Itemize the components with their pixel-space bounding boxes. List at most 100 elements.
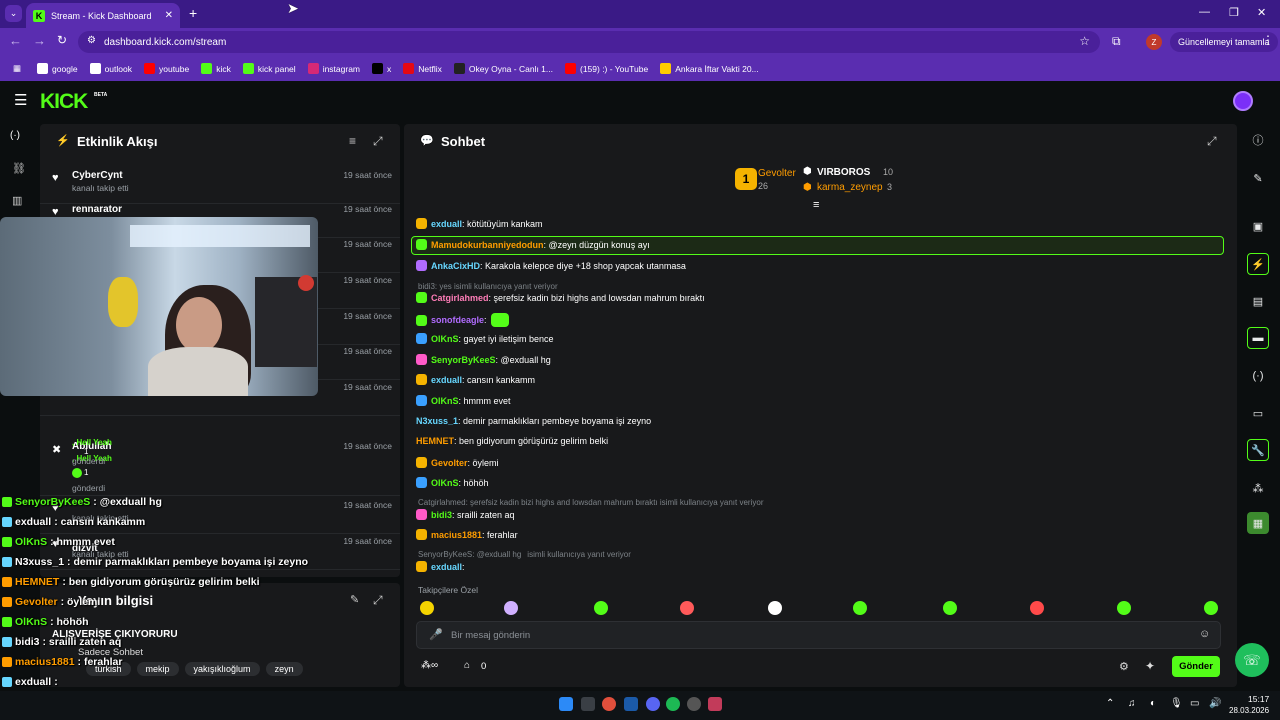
start-icon[interactable] [559,697,573,711]
emote-icon[interactable] [420,601,434,615]
profile-avatar[interactable]: Z [1146,34,1162,50]
reload-icon[interactable]: ↻ [57,33,67,47]
explorer-icon[interactable] [581,697,595,711]
kick-logo[interactable]: KICK [40,90,88,114]
emote-icon[interactable] [1204,601,1218,615]
filter-icon[interactable]: ≡ [349,134,356,148]
emote-icon[interactable] [680,601,694,615]
activity-toggle-icon[interactable]: ⚡ [1247,253,1269,275]
chat-username[interactable]: OlKnS [431,478,459,488]
tab-close-icon[interactable]: ✕ [165,10,173,21]
microphone-icon[interactable]: 🎤 [429,628,443,641]
chat-message[interactable]: Catgirlahmed: şerefsiz kadin bizi highs … [416,292,705,303]
bookmark-item[interactable]: kick [196,63,236,74]
broadcast-icon[interactable]: (·) [1247,365,1269,387]
forward-arrow-icon[interactable]: → [33,33,46,48]
emote-icon[interactable] [1030,601,1044,615]
chat-message[interactable]: OlKnS: gayet iyi iletişim bence [416,333,554,344]
user-avatar[interactable] [1233,91,1253,111]
clock-time[interactable]: 15:17 [1248,694,1269,704]
chat-username[interactable]: N3xuss_1 [416,416,458,426]
emote-icon[interactable] [853,601,867,615]
chat-message[interactable]: OlKnS: höhöh [416,477,489,488]
stream-icon[interactable]: (·) [10,130,20,141]
bookmark-item[interactable]: outlook [85,63,137,74]
capture-icon[interactable]: ▣ [1247,215,1269,237]
chat-username[interactable]: exduall [431,375,462,385]
emote-icon[interactable] [594,601,608,615]
browser-tab-active[interactable]: K Stream - Kick Dashboard ✕ [26,3,180,28]
chat-message[interactable]: Mamudokurbanniyedodun: @zeyn düzgün konu… [416,239,650,250]
chat-username[interactable]: SenyorByKeeS [431,355,496,365]
popout-icon[interactable]: ⤢ [373,593,383,608]
steam-active-icon[interactable] [708,697,722,711]
url-input[interactable]: ⚙ dashboard.kick.com/stream ☆ [78,31,1100,53]
leader-name[interactable]: VIRBOROS [817,167,870,178]
chat-message[interactable]: HEMNET: ben gidiyorum görüşürüz gelirim … [416,436,608,446]
chat-message[interactable]: Gevolter: öylemi [416,457,499,468]
chat-message[interactable]: sonofdeagle: [416,313,509,327]
close-window-button[interactable]: ✕ [1257,6,1266,19]
headset-icon[interactable]: ♫ [1128,698,1136,709]
chat-message[interactable]: exduall: cansın kankamm [416,374,535,385]
chat-username[interactable]: OlKnS [431,334,459,344]
analytics-icon[interactable]: ▥ [12,194,22,207]
chat-username[interactable]: sonofdeagle [431,315,484,325]
chat-message[interactable]: OlKnS: hmmm evet [416,395,511,406]
emoji-icon[interactable]: ☺ [1199,628,1210,640]
site-info-icon[interactable]: ⚙ [87,35,96,46]
minimize-button[interactable]: — [1199,6,1210,18]
wrench-icon[interactable]: 🔧 [1247,439,1269,461]
info-icon[interactable]: ⓘ [1247,129,1269,151]
chat-username[interactable]: Catgirlahmed [431,293,489,303]
chat-message[interactable]: AnkaCixHD: Karakola kelepce diye +18 sho… [416,260,686,271]
chat-emote-menu-icon[interactable]: ✦ [1145,659,1155,673]
chrome-icon[interactable] [602,697,616,711]
bookmark-item[interactable]: kick panel [238,63,301,74]
chat-username[interactable]: exduall [431,219,462,229]
chat-message[interactable]: macius1881: ferahlar [416,529,518,540]
mic-tray-icon[interactable]: 🎙 [1170,698,1183,709]
activity-item[interactable]: , Hell Yeah 1 gönderdi [72,438,112,466]
printer-icon[interactable]: ▭ [1247,402,1269,424]
edit-icon[interactable]: ✎ [1247,167,1269,189]
bookmark-item[interactable]: google [32,63,83,74]
notes-icon[interactable]: ▤ [1247,290,1269,312]
support-chat-button[interactable]: ☏ [1235,643,1269,677]
activity-user[interactable]: rennarator [72,204,122,215]
bookmark-item[interactable]: (159) :) - YouTube [560,63,653,74]
obs-icon[interactable] [687,697,701,711]
bookmark-star-icon[interactable]: ☆ [1079,34,1090,48]
back-arrow-icon[interactable]: ← [9,33,22,48]
leader-name[interactable]: Gevolter [758,168,796,179]
activity-user[interactable]: CyberCynt [72,170,123,181]
clock-date[interactable]: 28.03.2026 [1229,706,1269,715]
emote-icon[interactable] [768,601,782,615]
extensions-icon[interactable]: ⧉ [1112,34,1121,49]
bookmark-item[interactable]: instagram [303,63,365,74]
chat-username[interactable]: OlKnS [431,396,459,406]
browser-menu-icon[interactable]: ⋮ [1262,33,1274,47]
activity-item[interactable]: ♥ CyberCynt kanalı takip etti 19 saat önce [40,170,400,204]
chat-message[interactable]: exduall: [416,561,465,572]
chat-username[interactable]: macius1881 [431,530,482,540]
nodes-icon[interactable]: ⁂ [1247,477,1269,499]
hamburger-menu-icon[interactable]: ☰ [14,91,27,109]
emote-icon[interactable] [1117,601,1131,615]
emote-icon[interactable] [504,601,518,615]
popout-icon[interactable]: ⤢ [373,134,383,149]
chat-username[interactable]: Mamudokurbanniyedodun [431,240,544,250]
chat-settings-icon[interactable]: ⚙ [1119,660,1129,673]
discord-icon[interactable] [646,697,660,711]
chat-message[interactable]: bidi3: srailli zaten aq [416,509,515,520]
link-icon[interactable]: ⛓ [12,162,26,175]
chat-username[interactable]: Gevolter [431,458,468,468]
spotify-icon[interactable] [666,697,680,711]
steam-icon[interactable] [624,697,638,711]
bookmark-item[interactable]: Netflix [398,63,447,74]
game-icon[interactable]: ▦ [1247,512,1269,534]
chat-username[interactable]: AnkaCixHD [431,261,480,271]
network-icon[interactable]: ▭ [1190,698,1199,709]
chat-message[interactable]: exduall: kötütüyüm kankam [416,218,543,229]
chat-username[interactable]: exduall [431,562,462,572]
